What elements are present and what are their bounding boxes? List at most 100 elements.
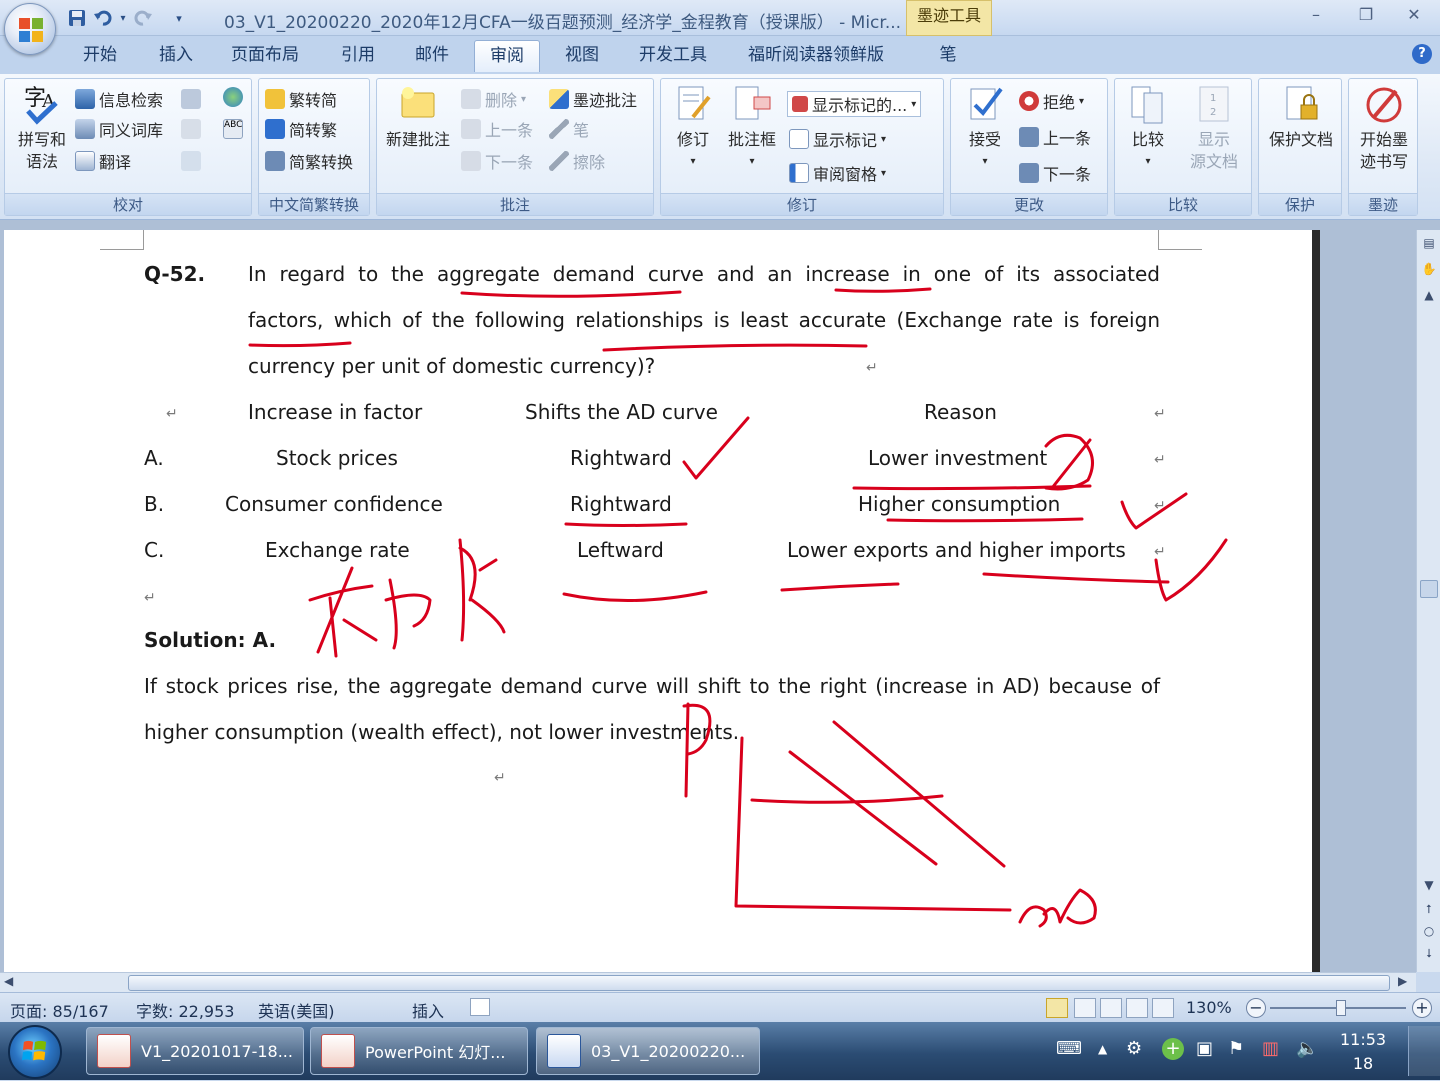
volume-icon[interactable]: 🔈 (1296, 1038, 1318, 1059)
tab-view[interactable]: 视图 (554, 40, 610, 72)
start-inking-button[interactable]: 开始墨 迹书写 (1351, 83, 1417, 173)
document-content[interactable]: Q-52. In regard to the aggregate demand … (0, 230, 1320, 972)
translate-button[interactable]: 翻译 (75, 149, 131, 173)
undo-dropdown-icon[interactable]: ▾ (118, 7, 128, 29)
next-page-icon[interactable]: ⭣ (1421, 946, 1437, 961)
vertical-scrollbar[interactable]: ▤ ✋ ▲ ▼ ⭡ ○ ⭣ (1416, 230, 1440, 972)
update-icon[interactable]: + (1162, 1038, 1184, 1060)
tab-review[interactable]: 审阅 (474, 40, 540, 72)
ink-tools-contextual-tab[interactable]: 墨迹工具 (906, 0, 992, 36)
tab-foxit-reader[interactable]: 福昕阅读器领鲜版 (738, 40, 894, 72)
zoom-in-icon[interactable]: + (1412, 998, 1432, 1018)
erase-label: 擦除 (573, 153, 606, 172)
next-change-button[interactable]: 下一条 (1019, 161, 1091, 185)
track-changes-button[interactable]: 修订 ▾ (665, 83, 721, 173)
thesaurus-button[interactable]: 同义词库 (75, 117, 163, 141)
translate-tip-icon[interactable] (181, 151, 201, 171)
set-language-icon[interactable] (181, 119, 201, 139)
previous-page-icon[interactable]: ⭡ (1421, 902, 1437, 917)
protect-document-button[interactable]: 保护文档 (1261, 83, 1341, 151)
scroll-left-icon[interactable]: ◀ (4, 974, 13, 988)
next-comment-button[interactable]: 下一条 (461, 149, 533, 173)
horizontal-scrollbar[interactable]: ◀ ▶ (0, 972, 1416, 992)
show-desktop-button[interactable] (1408, 1026, 1440, 1076)
accept-button[interactable]: 接受 ▾ (955, 83, 1015, 173)
word-count-icon[interactable]: ABC (223, 119, 243, 139)
compare-button[interactable]: 比较 ▾ (1119, 83, 1177, 173)
previous-change-button[interactable]: 上一条 (1019, 125, 1091, 149)
hand-tool-icon[interactable]: ✋ (1421, 262, 1437, 276)
draft-view-icon[interactable] (1152, 998, 1174, 1018)
spelling-label-1: 拼写和 (17, 130, 66, 149)
macro-record-icon[interactable] (470, 998, 490, 1016)
tab-mailings[interactable]: 邮件 (404, 40, 460, 72)
scroll-up-icon[interactable]: ▲ (1421, 288, 1437, 302)
spelling-grammar-button[interactable]: 字 A 拼写和 语法 (9, 83, 75, 173)
solution-label: Solution: A. (144, 628, 277, 652)
start-button[interactable] (8, 1025, 62, 1079)
traditional-to-simplified-button[interactable]: 繁转简 (265, 87, 337, 111)
restore-button[interactable]: ❐ (1346, 4, 1386, 28)
balloons-button[interactable]: 批注框 ▾ (723, 83, 781, 173)
display-for-review-dropdown[interactable]: 显示标记的... ▾ (787, 91, 922, 117)
simplified-to-traditional-button[interactable]: 简转繁 (265, 117, 337, 141)
translation-tooltip-icon[interactable] (181, 89, 201, 109)
action-center-flag-icon[interactable]: ⚑ (1228, 1038, 1244, 1059)
new-comment-button[interactable]: 新建批注 (379, 83, 457, 151)
tab-page-layout[interactable]: 页面布局 (222, 40, 308, 72)
redo-icon[interactable] (132, 7, 154, 29)
select-browse-object-icon[interactable]: ○ (1421, 924, 1437, 938)
tab-insert[interactable]: 插入 (148, 40, 204, 72)
pen-button[interactable]: 笔 (549, 117, 589, 141)
print-layout-view-icon[interactable] (1046, 998, 1068, 1018)
office-button[interactable] (4, 3, 56, 55)
chinese-convert-button[interactable]: 简繁转换 (265, 149, 353, 173)
zoom-slider-thumb[interactable] (1336, 1000, 1346, 1016)
reject-button[interactable]: 拒绝 ▾ (1019, 89, 1084, 113)
close-button[interactable]: ✕ (1394, 4, 1434, 28)
zoom-level[interactable]: 130% (1186, 998, 1232, 1017)
horizontal-scroll-thumb[interactable] (128, 975, 1390, 991)
network-status-icon[interactable]: ▥ (1262, 1038, 1279, 1059)
scroll-down-icon[interactable]: ▼ (1421, 878, 1437, 892)
language-indicator[interactable]: 英语(美国) (258, 998, 335, 1022)
vertical-scroll-thumb[interactable] (1420, 580, 1438, 598)
reject-label: 拒绝 (1043, 93, 1076, 112)
minimize-button[interactable]: – (1296, 4, 1336, 28)
save-icon[interactable] (66, 7, 88, 29)
taskbar-item-powerpoint-2[interactable]: PowerPoint 幻灯... (310, 1027, 528, 1075)
network-icon[interactable]: ⚙ (1126, 1038, 1142, 1059)
keyboard-icon[interactable]: ⌨ (1056, 1038, 1082, 1059)
show-hidden-icons[interactable]: ▲ (1098, 1042, 1107, 1056)
show-source-documents-button[interactable]: 12 显示 源文档 (1181, 83, 1247, 173)
taskbar-item-word[interactable]: 03_V1_20200220... (536, 1027, 760, 1075)
insert-mode-indicator[interactable]: 插入 (412, 998, 444, 1022)
taskbar-item-powerpoint-1[interactable]: V1_20201017-18... (86, 1027, 304, 1075)
tab-references[interactable]: 引用 (330, 40, 386, 72)
device-icon[interactable]: ▣ (1196, 1038, 1213, 1059)
tab-pen[interactable]: 笔 (928, 40, 968, 72)
tab-home[interactable]: 开始 (72, 40, 128, 72)
previous-comment-button[interactable]: 上一条 (461, 117, 533, 141)
zoom-out-icon[interactable]: − (1246, 998, 1266, 1018)
language-icon[interactable] (223, 87, 243, 107)
ruler-toggle-icon[interactable]: ▤ (1421, 236, 1437, 250)
full-screen-reading-icon[interactable] (1074, 998, 1096, 1018)
page-count[interactable]: 页面: 85/167 (10, 998, 109, 1022)
outline-view-icon[interactable] (1126, 998, 1148, 1018)
delete-comment-button[interactable]: 删除 ▾ (461, 87, 526, 111)
research-button[interactable]: 信息检索 (75, 87, 163, 111)
to-traditional-icon (265, 119, 285, 139)
show-markup-button[interactable]: 显示标记 ▾ (789, 127, 886, 151)
reviewing-pane-button[interactable]: 审阅窗格 ▾ (789, 161, 886, 185)
undo-icon[interactable] (92, 7, 114, 29)
web-layout-icon[interactable] (1100, 998, 1122, 1018)
customize-qat-icon[interactable]: ▾ (168, 7, 190, 29)
word-count[interactable]: 字数: 22,953 (136, 998, 234, 1022)
scroll-right-icon[interactable]: ▶ (1398, 974, 1407, 988)
erase-button[interactable]: 擦除 (549, 149, 605, 173)
help-icon[interactable]: ? (1412, 44, 1432, 64)
system-clock[interactable]: 11:53 18 (1340, 1028, 1386, 1076)
tab-developer[interactable]: 开发工具 (630, 40, 716, 72)
ink-comment-button[interactable]: 墨迹批注 (549, 87, 637, 111)
